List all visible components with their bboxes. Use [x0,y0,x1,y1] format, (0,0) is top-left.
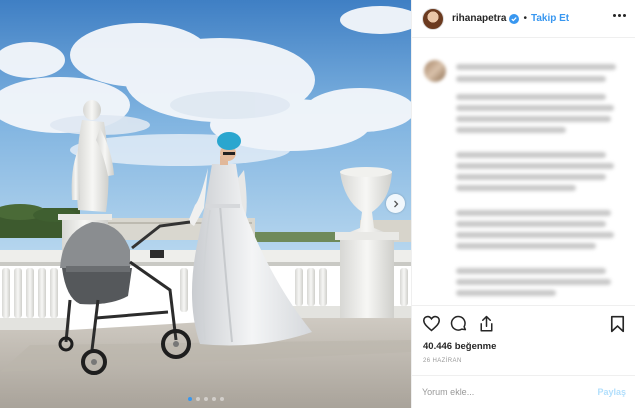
post-header: rihanapetra • Takip Et [412,0,635,38]
heart-icon[interactable] [422,315,441,337]
blurred-caption-line [456,152,606,158]
blurred-caption-line [456,185,576,191]
blurred-caption-line [456,279,611,285]
blurred-caption-line [456,94,606,100]
blurred-caption-line [456,127,566,133]
blurred-caption-line [456,268,606,274]
blurred-caption-line [456,116,611,122]
action-bar [412,312,635,338]
blurred-caption-line [456,76,606,82]
verified-badge-icon [509,13,520,24]
post-comment-button[interactable]: Paylaş [597,387,626,397]
blurred-caption-line [456,243,596,249]
avatar[interactable] [422,7,444,30]
carousel-dot [187,397,192,401]
carousel-dot [203,397,208,401]
blurred-caption-line [456,221,606,227]
carousel-dots [0,397,411,401]
like-count[interactable]: 40.446 beğenme [423,341,496,352]
blurred-caption-line [456,210,611,216]
blurred-caption-line [456,64,616,70]
post-image [0,0,411,408]
carousel-dot [211,397,216,401]
comment-bubble-icon[interactable] [450,315,468,338]
post-side-panel: rihanapetra • Takip Et 40.446 beğenme 26… [411,0,635,408]
blurred-caption-line [456,174,606,180]
bookmark-icon[interactable] [610,315,625,338]
caption-area [412,38,635,306]
separator-dot: • [523,13,527,24]
blurred-caption-line [456,105,614,111]
more-options-icon[interactable] [613,14,626,17]
blurred-caption-line [456,232,614,238]
carousel-dot [195,397,200,401]
add-comment-bar: Paylaş [412,375,635,408]
follow-button[interactable]: Takip Et [531,13,569,24]
next-slide-button[interactable] [386,194,405,213]
username[interactable]: rihanapetra [452,13,506,24]
carousel-dot [219,397,224,401]
blurred-caption-line [456,163,614,169]
caption-avatar[interactable] [424,60,446,82]
comment-input[interactable] [422,387,598,397]
share-icon[interactable] [478,315,495,338]
blurred-caption-line [456,290,556,296]
chevron-right-icon [393,200,398,207]
post-date[interactable]: 26 HAZİRAN [423,358,462,364]
post-photo[interactable] [0,0,411,408]
